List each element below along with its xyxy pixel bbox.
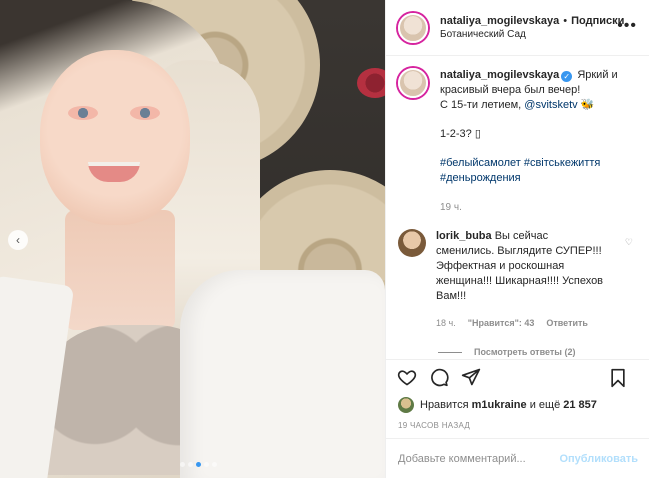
carousel-dot[interactable] — [188, 462, 193, 467]
carousel-dot[interactable] — [180, 462, 185, 467]
likes-line[interactable]: Нравится m1ukraine и ещё 21 857 — [386, 393, 649, 413]
avatar — [398, 397, 414, 413]
carousel-dot[interactable] — [212, 462, 217, 467]
view-replies-button[interactable]: Посмотреть ответы (2) — [438, 347, 637, 357]
more-icon[interactable]: ••• — [617, 17, 637, 35]
comment-meta: 18 ч. "Нравится": 43 Ответить — [436, 316, 606, 331]
comment-icon[interactable] — [428, 366, 450, 388]
heart-icon[interactable] — [396, 366, 418, 388]
avatar[interactable] — [398, 68, 428, 98]
post-time[interactable]: 19 ЧАСОВ НАЗАД — [386, 413, 649, 430]
reply-button[interactable]: Ответить — [546, 316, 588, 331]
post-header: nataliya_mogilevskaya • Подписки Ботанич… — [386, 0, 649, 56]
eye — [68, 106, 98, 120]
neck — [65, 210, 175, 330]
hashtag-link[interactable]: #деньрождения — [440, 172, 521, 184]
likes-count[interactable]: 21 857 — [563, 399, 597, 411]
caption-emoji: 🐝 — [577, 99, 595, 111]
action-bar — [386, 359, 649, 393]
carousel-dot[interactable] — [196, 462, 201, 467]
mention-link[interactable]: @svitsketv — [524, 99, 577, 111]
likes-suffix: и ещё — [529, 399, 561, 411]
background-flower — [357, 68, 385, 98]
location-link[interactable]: Ботанический Сад — [440, 29, 624, 40]
bookmark-icon[interactable] — [607, 367, 629, 389]
avatar[interactable] — [398, 12, 428, 43]
divider — [438, 351, 462, 353]
share-icon[interactable] — [460, 366, 482, 388]
comment-input[interactable]: Добавьте комментарий... — [398, 453, 559, 465]
eye — [130, 106, 160, 120]
comment-time[interactable]: 18 ч. — [436, 316, 456, 331]
jacket — [180, 270, 385, 478]
avatar[interactable] — [398, 229, 426, 257]
comment-item: lorik_buba Вы сейчас сменились. Выглядит… — [398, 229, 637, 331]
post-sidebar: nataliya_mogilevskaya • Подписки Ботанич… — [385, 0, 649, 478]
separator-dot: • — [563, 15, 568, 27]
caption-time[interactable]: 19 ч. — [440, 200, 637, 215]
post-photo[interactable]: ‹ — [0, 0, 385, 478]
likes-user[interactable]: m1ukraine — [472, 399, 527, 411]
caption-line2-prefix: С 15-ти летием, — [440, 99, 525, 111]
username-link[interactable]: nataliya_mogilevskaya — [440, 15, 559, 27]
hashtags-link[interactable]: #белыйсамолет #світськежиття — [440, 157, 600, 169]
caption: nataliya_mogilevskaya ✓ Яркий и красивый … — [398, 68, 637, 215]
add-comment-bar: Добавьте комментарий... Опубликовать — [386, 438, 649, 478]
likes-prefix: Нравится — [420, 399, 469, 411]
comment-username[interactable]: lorik_buba — [436, 230, 492, 242]
publish-button[interactable]: Опубликовать — [559, 453, 638, 465]
caption-username[interactable]: nataliya_mogilevskaya — [440, 69, 559, 81]
chevron-left-icon[interactable]: ‹ — [8, 230, 28, 250]
verified-icon: ✓ — [561, 71, 573, 82]
face — [40, 50, 190, 225]
mouth — [88, 162, 140, 182]
comment-likes[interactable]: "Нравится": 43 — [468, 316, 535, 331]
caption-line3: 1-2-3? ▯ — [440, 128, 481, 140]
view-replies-label: Посмотреть ответы (2) — [474, 347, 576, 357]
carousel-dots — [180, 462, 217, 467]
heart-icon[interactable]: ♡ — [625, 237, 633, 248]
comments-list: nataliya_mogilevskaya ✓ Яркий и красивый … — [386, 56, 649, 359]
carousel-dot[interactable] — [204, 462, 209, 467]
